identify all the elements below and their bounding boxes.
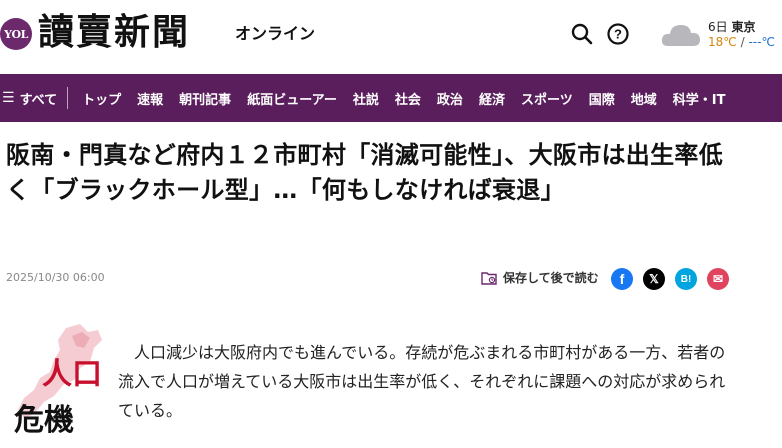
svg-text:?: ? (614, 27, 622, 42)
badge-text-bottom: 危機 (14, 403, 74, 438)
nav-item-science-it[interactable]: 科学・IT (665, 89, 734, 108)
nav-item-breaking[interactable]: 速報 (129, 89, 171, 108)
weather-city: 東京 (731, 20, 756, 34)
menu-icon: ☰ (2, 90, 15, 106)
nav-item-society[interactable]: 社会 (387, 89, 429, 108)
nav-item-politics[interactable]: 政治 (429, 89, 471, 108)
badge-text-top: 人口 (42, 357, 102, 392)
weather-day: 6日 (708, 20, 728, 34)
nav-item-morning-edition[interactable]: 朝刊記事 (171, 89, 239, 108)
nav-item-economy[interactable]: 経済 (471, 89, 513, 108)
mail-share-icon[interactable]: ✉ (707, 268, 729, 290)
nav-item-international[interactable]: 国際 (581, 89, 623, 108)
hatena-bookmark-icon[interactable]: B! (675, 268, 697, 290)
category-navbar: ☰ すべて トップ 速報 朝刊記事 紙面ビューアー 社説 社会 政治 経済 スポ… (0, 74, 782, 122)
weather-temperature: 18℃ / ---℃ (708, 35, 775, 49)
nav-all-label: すべて (19, 92, 58, 108)
article-lead-paragraph: 人口減少は大阪府内でも進んでいる。存続が危ぶまれる市町村がある一方、若者の流入で… (118, 343, 726, 420)
cloud-icon (660, 20, 702, 48)
nav-item-print-viewer[interactable]: 紙面ビューアー (239, 89, 345, 108)
site-header: YOL 讀賣新聞 オンライン ? 6日 東京 18℃ / ---℃ (0, 0, 782, 74)
help-icon[interactable]: ? (606, 22, 630, 46)
nav-item-editorial[interactable]: 社説 (345, 89, 387, 108)
save-for-later-button[interactable]: 保存して後で読む (481, 269, 599, 286)
weather-widget[interactable]: 6日 東京 18℃ / ---℃ (660, 18, 782, 52)
weather-day-city: 6日 東京 (708, 18, 755, 35)
save-for-later-label: 保存して後で読む (503, 271, 599, 285)
nav-all-menu-button[interactable]: ☰ すべて (0, 87, 69, 109)
article-title: 阪南・門真など府内１２市町村「消滅可能性」、大阪市は出生率低く「ブラックホール型… (6, 141, 723, 204)
temperature-separator: / (740, 35, 745, 49)
nav-item-local[interactable]: 地域 (623, 89, 665, 108)
facebook-share-icon[interactable]: f (611, 268, 633, 290)
logo-badge[interactable]: YOL (0, 18, 32, 50)
temperature-high: 18℃ (708, 35, 737, 49)
nav-item-top[interactable]: トップ (68, 89, 129, 108)
nav-item-sports[interactable]: スポーツ (513, 89, 581, 108)
site-logo[interactable]: 讀賣新聞 (38, 10, 190, 54)
site-logo-subtitle[interactable]: オンライン (235, 22, 315, 46)
folder-icon (481, 271, 497, 285)
temperature-low: ---℃ (748, 35, 775, 49)
series-badge-jinko-kiki[interactable]: 人口 危機 (10, 322, 106, 444)
article-date: 2025/10/30 06:00 (6, 271, 105, 284)
search-icon[interactable] (570, 22, 594, 46)
x-share-icon[interactable]: 𝕏 (643, 268, 665, 290)
